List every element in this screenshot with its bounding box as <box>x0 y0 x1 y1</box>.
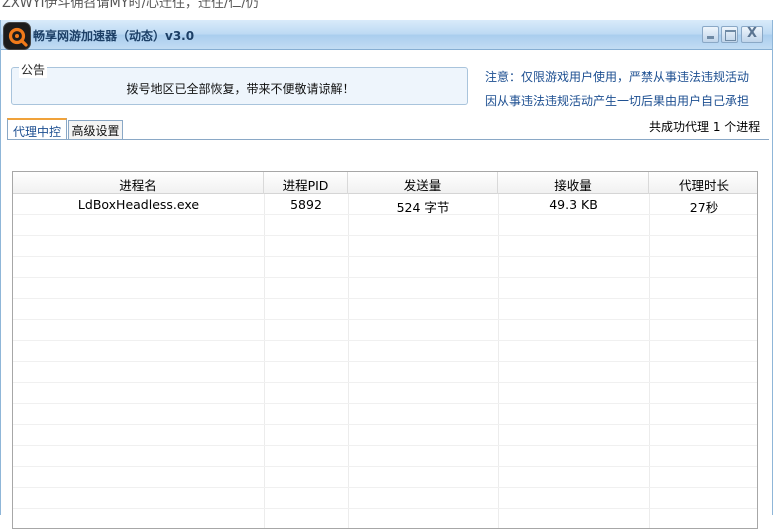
close-icon[interactable]: X <box>741 26 763 43</box>
notice-box: 拨号地区已全部恢复，带来不便敬请谅解！ <box>11 67 468 105</box>
app-logo-icon <box>3 22 31 50</box>
tab-advanced-settings[interactable]: 高级设置 <box>68 120 123 140</box>
empty-row <box>13 383 757 404</box>
empty-row <box>13 236 757 257</box>
proxy-status-text: 共成功代理 1 个进程 <box>649 120 761 134</box>
header-duration[interactable]: 代理时长 <box>649 172 757 194</box>
accelerator-window: 畅享网游加速器（动态）v3.0 X 拨号地区已全部恢复，带来不便敬请谅解！ 公告… <box>0 20 773 529</box>
empty-row <box>13 425 757 446</box>
empty-row <box>13 467 757 488</box>
empty-row <box>13 278 757 299</box>
tab-proxy-control[interactable]: 代理中控 <box>7 118 67 140</box>
empty-row <box>13 341 757 362</box>
cell-received: 49.3 KB <box>549 197 598 212</box>
window-title: 畅享网游加速器（动态）v3.0 <box>33 29 195 43</box>
background-title-fragment: ZXWYI伊斗佣召请MY时/心迁住，迁住/仁/仍 <box>2 0 259 11</box>
warning-line-1: 注意：仅限游戏用户使用，严禁从事违法违规活动 <box>485 70 750 84</box>
header-process-name[interactable]: 进程名 <box>13 172 264 194</box>
empty-row <box>13 488 757 509</box>
empty-row <box>13 215 757 236</box>
process-table[interactable]: 进程名 进程PID 发送量 接收量 代理时长 LdBoxHeadless.exe… <box>12 171 758 529</box>
close-glyph: X <box>746 26 758 41</box>
tab-divider <box>7 139 769 140</box>
maximize-icon[interactable] <box>721 26 738 43</box>
empty-row <box>13 404 757 425</box>
header-received[interactable]: 接收量 <box>498 172 649 194</box>
empty-row <box>13 446 757 467</box>
notice-legend: 公告 <box>19 61 48 78</box>
cell-process-pid: 5892 <box>290 197 322 212</box>
cell-duration: 27秒 <box>689 200 719 215</box>
warning-line-2: 因从事违法违规活动产生一切后果由用户自己承担 <box>485 94 750 108</box>
cell-process-name: LdBoxHeadless.exe <box>77 197 200 212</box>
empty-row <box>13 320 757 341</box>
table-row[interactable]: LdBoxHeadless.exe 5892 524 字节 49.3 KB 27… <box>13 194 757 215</box>
empty-row <box>13 257 757 278</box>
table-header: 进程名 进程PID 发送量 接收量 代理时长 <box>13 172 757 194</box>
empty-row <box>13 362 757 383</box>
title-bar[interactable]: 畅享网游加速器（动态）v3.0 X <box>1 20 772 50</box>
background-window-fragment: ZXWYI伊斗佣召请MY时/心迁住，迁住/仁/仍 <box>0 0 780 14</box>
minimize-icon[interactable] <box>702 26 719 43</box>
cell-sent: 524 字节 <box>396 200 450 215</box>
header-sent[interactable]: 发送量 <box>348 172 498 194</box>
header-process-pid[interactable]: 进程PID <box>264 172 348 194</box>
empty-row <box>13 299 757 320</box>
notice-text: 拨号地区已全部恢复，带来不便敬请谅解！ <box>126 82 355 96</box>
